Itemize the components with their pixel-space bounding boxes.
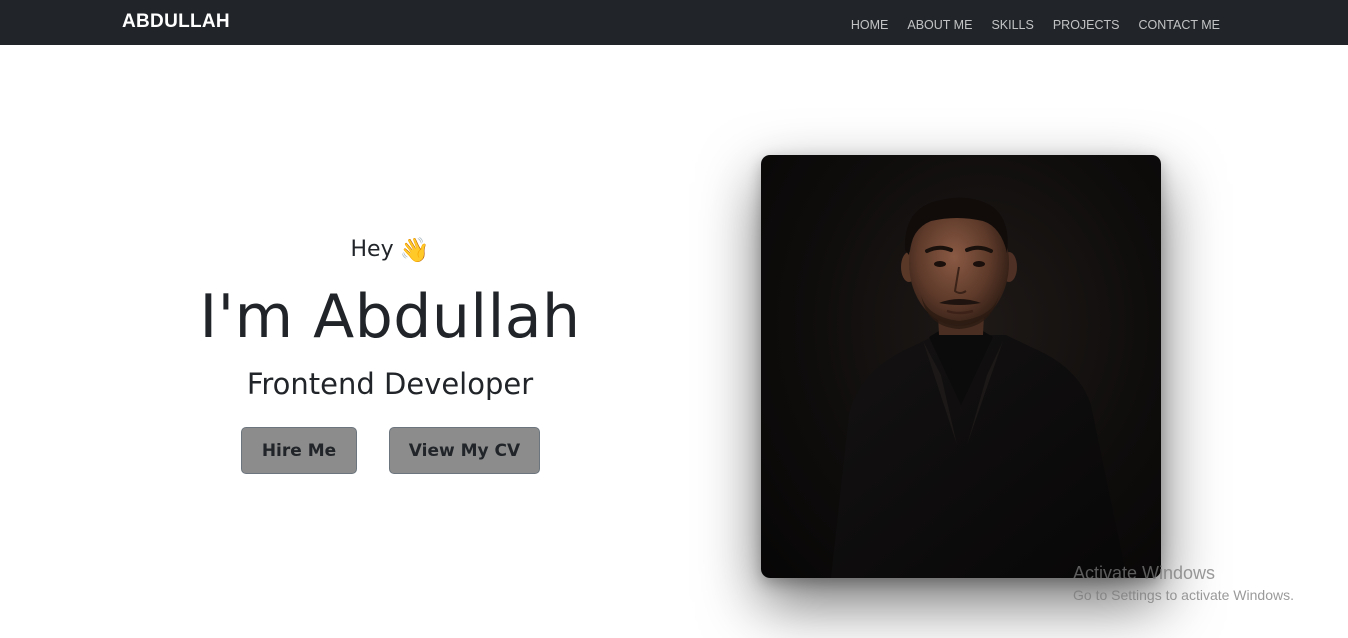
brand-logo[interactable]: ABDULLAH [122, 11, 230, 33]
nav-link-home[interactable]: HOME [851, 18, 889, 32]
watermark-title: Activate Windows [1073, 563, 1216, 583]
watermark-subtitle: Go to Settings to activate Windows. [1073, 587, 1294, 603]
greeting-text: Hey [350, 237, 394, 262]
nav-item-about: ABOUT ME [907, 14, 972, 33]
portrait-photo-icon [831, 197, 1127, 578]
nav-item-contact: CONTACT ME [1139, 14, 1220, 33]
nav-links: HOME ABOUT ME SKILLS PROJECTS CONTACT ME [851, 14, 1220, 33]
nav-link-skills[interactable]: SKILLS [991, 18, 1033, 32]
navbar: ABDULLAH HOME ABOUT ME SKILLS PROJECTS C… [0, 0, 1348, 45]
profile-photo [761, 155, 1161, 578]
nav-link-contact[interactable]: CONTACT ME [1139, 18, 1220, 32]
nav-link-about[interactable]: ABOUT ME [907, 18, 972, 32]
hero-role: Frontend Developer [246, 367, 534, 401]
hire-me-button[interactable]: Hire Me [241, 427, 357, 474]
nav-item-projects: PROJECTS [1053, 14, 1120, 33]
windows-activation-watermark: Activate Windows Go to Settings to activ… [1073, 562, 1294, 605]
nav-link-projects[interactable]: PROJECTS [1053, 18, 1120, 32]
nav-item-home: HOME [851, 14, 889, 33]
hero-section: Hey 👋 I'm Abdullah Frontend Developer Hir… [190, 232, 590, 474]
nav-item-skills: SKILLS [991, 14, 1033, 33]
waving-hand-icon: 👋 [399, 236, 430, 264]
hero-name: I'm Abdullah [199, 282, 581, 352]
hero-greeting: Hey 👋 [190, 232, 590, 268]
view-cv-button[interactable]: View My CV [389, 427, 540, 474]
